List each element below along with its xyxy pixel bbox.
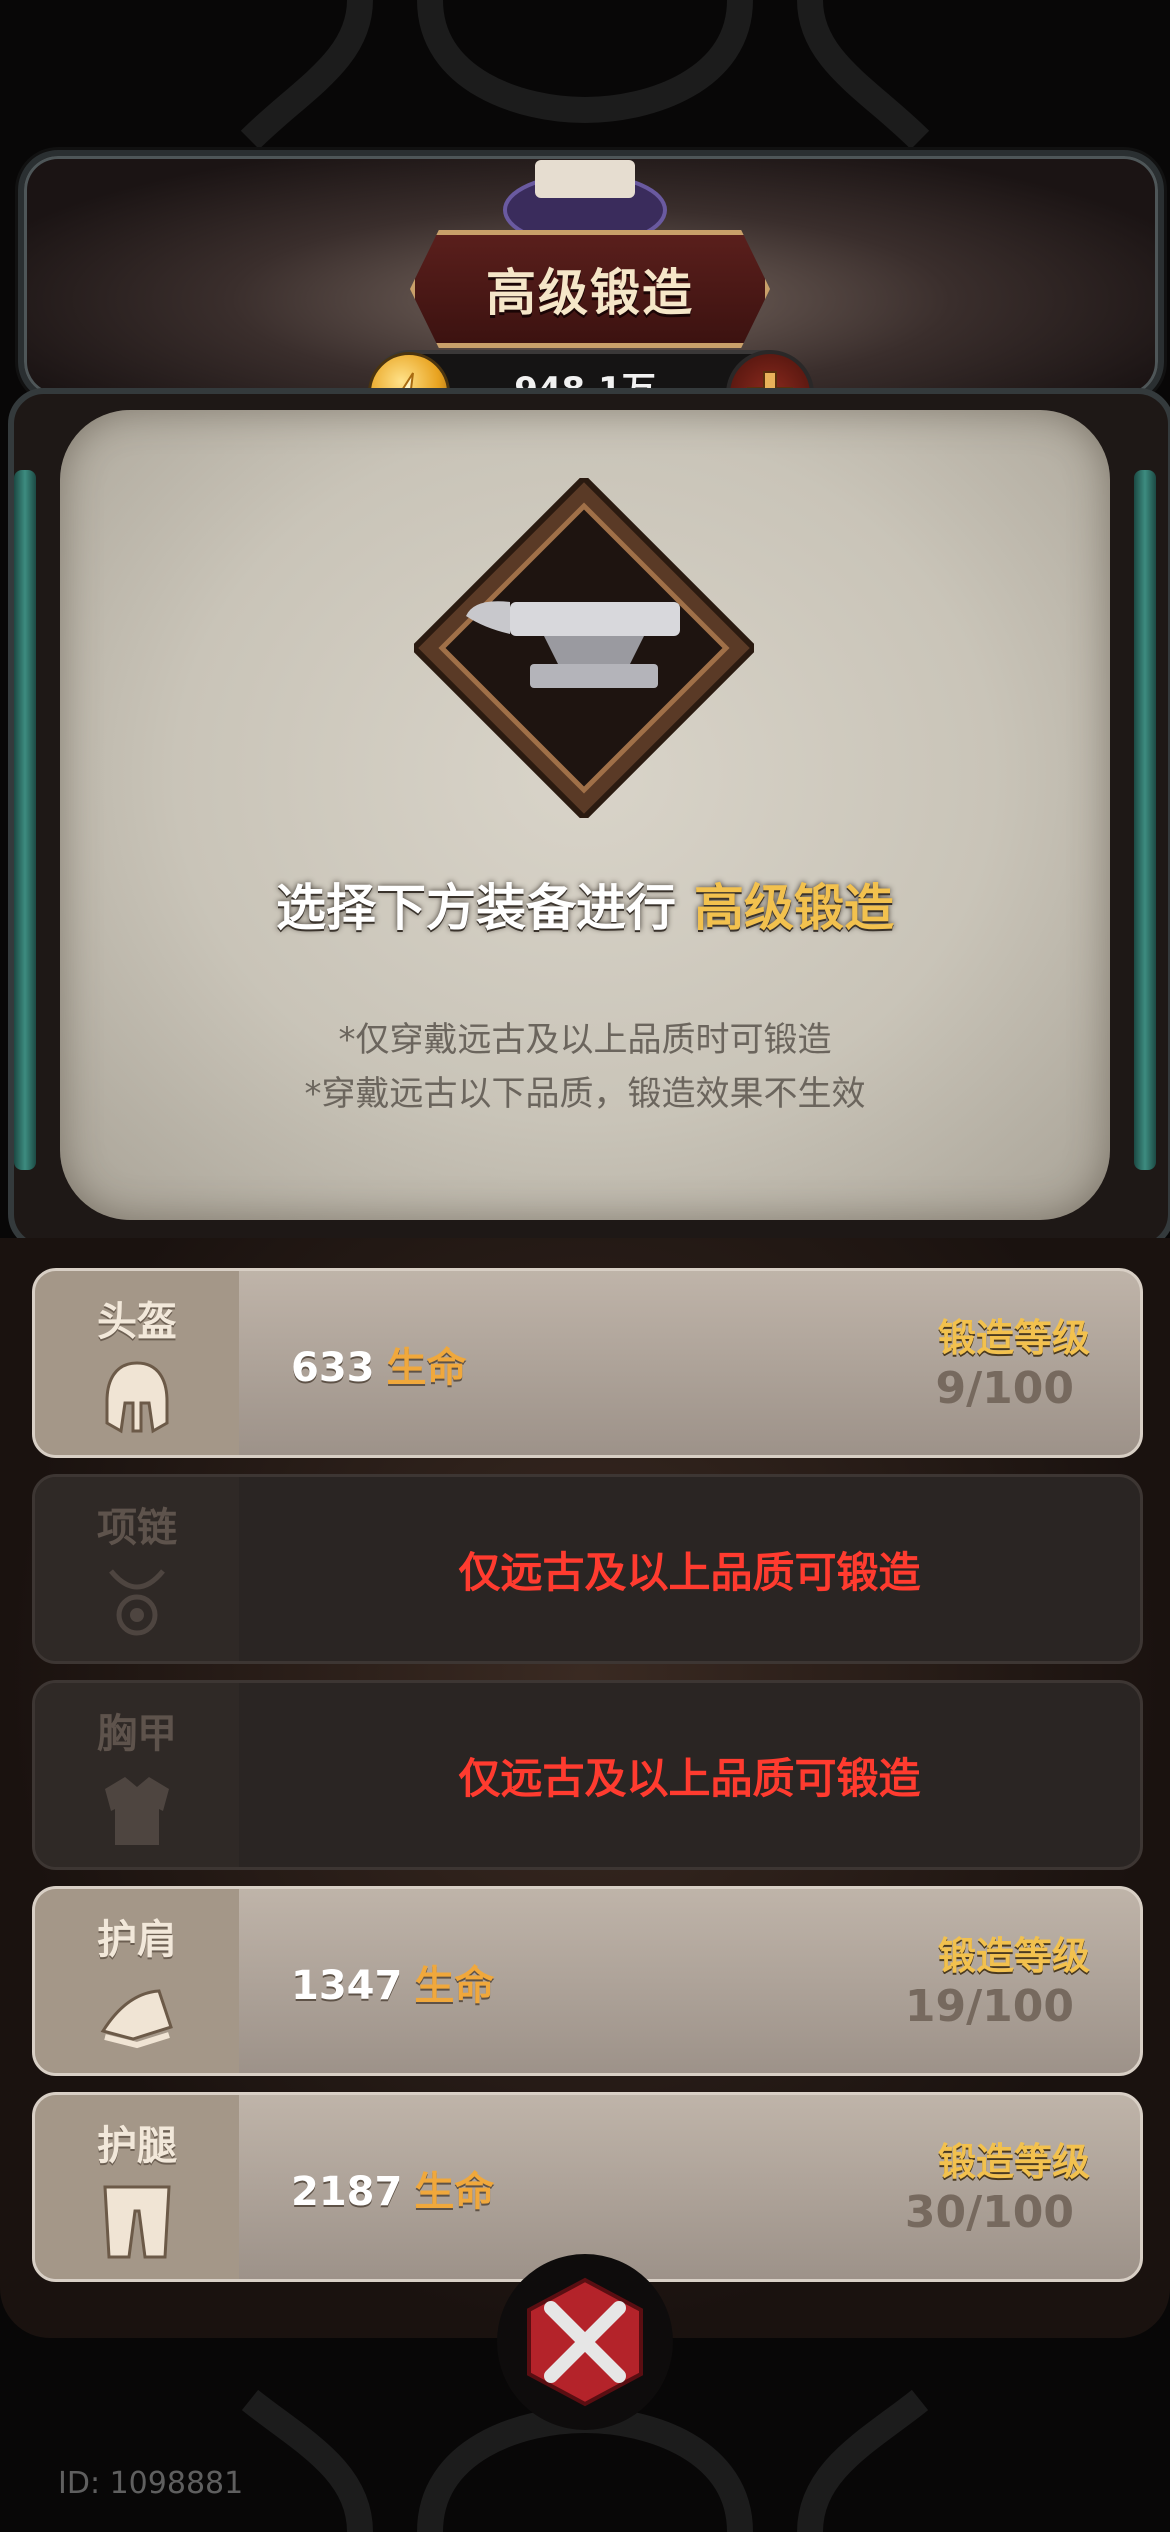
slot-panel: 胸甲 (35, 1683, 239, 1867)
shoulder-guard-icon (100, 1989, 173, 2049)
chest-armor-icon (105, 1777, 169, 1845)
forge-level-value: 9/100 (935, 1363, 1074, 1414)
stat-value: 633 (291, 1345, 375, 1391)
forge-note-1: *仅穿戴远古及以上品质时可锻造 (338, 1020, 832, 1060)
stat-text: 633 生命 (291, 1335, 467, 1393)
close-button[interactable] (495, 2252, 675, 2432)
forge-note-2: *穿戴远古以下品质，锻造效果不生效 (304, 1074, 866, 1114)
title-plaque: 高级锻造 (410, 230, 770, 348)
forge-level-value: 30/100 (904, 2187, 1074, 2238)
slot-panel: 项链 (35, 1477, 239, 1661)
stat-text: 1347 生命 (291, 1953, 494, 2011)
forge-level-label: 锻造等级 (937, 1934, 1090, 1978)
equipment-row-chest-armor[interactable]: 胸甲 仅远古及以上品质可锻造 (32, 1680, 1143, 1870)
equipment-row-necklace[interactable]: 项链 仅远古及以上品质可锻造 (32, 1474, 1143, 1664)
slot-label: 护肩 (97, 1917, 177, 1963)
equipment-row-shoulder-guard[interactable]: 护肩 1347 生命 锻造等级 19/100 (32, 1886, 1143, 2076)
stat-unit: 生命 (414, 1963, 495, 2009)
instruction-highlight: 高级锻造 (694, 879, 894, 937)
leg-guard-icon (103, 2185, 171, 2259)
slot-panel: 护腿 (35, 2095, 239, 2279)
page-title: 高级锻造 (486, 264, 694, 322)
player-id: ID: 1098881 (58, 2466, 244, 2501)
forge-level-label: 锻造等级 (937, 1316, 1090, 1360)
stat-text: 2187 生命 (291, 2159, 494, 2217)
equipment-row-helmet[interactable]: 头盔 633 生命 锻造等级 9/100 (32, 1268, 1143, 1458)
stat-unit: 生命 (386, 1345, 467, 1391)
slot-label: 胸甲 (97, 1711, 177, 1757)
locked-message: 仅远古及以上品质可锻造 (458, 1547, 921, 1597)
helmet-icon (105, 1361, 169, 1434)
locked-message: 仅远古及以上品质可锻造 (458, 1753, 921, 1803)
slot-label: 护腿 (97, 2123, 177, 2169)
instruction-prefix: 选择下方装备进行 (276, 879, 676, 937)
slot-label: 项链 (97, 1505, 177, 1551)
forge-instruction: 选择下方装备进行 高级锻造 (60, 868, 1110, 940)
slot-label: 头盔 (97, 1299, 177, 1345)
anvil-icon (414, 478, 754, 818)
forge-level-label: 锻造等级 (937, 2140, 1090, 2184)
stat-value: 1347 (291, 1963, 403, 2009)
forge-level-value: 19/100 (904, 1981, 1074, 2032)
stat-value: 2187 (291, 2169, 403, 2215)
slot-panel: 头盔 (35, 1271, 239, 1455)
stat-unit: 生命 (414, 2169, 495, 2215)
frame-accent-right (1134, 470, 1156, 1170)
slot-panel: 护肩 (35, 1889, 239, 2073)
necklace-icon (109, 1569, 165, 1636)
forge-ornament-icon (503, 160, 667, 240)
frame-accent-left (14, 470, 36, 1170)
